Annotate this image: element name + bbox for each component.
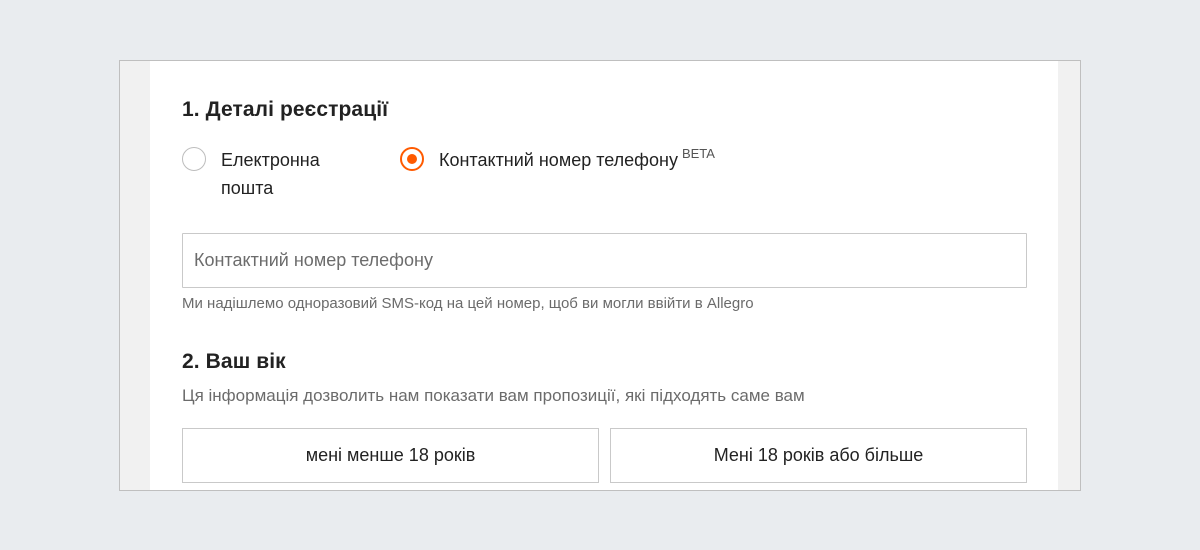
radio-checked-icon[interactable] <box>400 147 424 171</box>
under-18-button[interactable]: мені менше 18 років <box>182 428 599 483</box>
radio-option-phone[interactable]: Контактний номер телефону BETA <box>400 146 715 174</box>
sms-hint: Ми надішлемо одноразовий SMS-код на цей … <box>182 295 754 312</box>
radio-label-email: Електронна пошта <box>221 150 320 198</box>
radio-option-email[interactable]: Електронна пошта <box>182 147 336 202</box>
beta-badge: BETA <box>681 146 715 161</box>
radio-label-phone-text: Контактний номер телефону <box>439 150 678 170</box>
over-18-button[interactable]: Мені 18 років або більше <box>610 428 1027 483</box>
registration-title: 1. Деталі реєстрації <box>182 98 389 121</box>
login-method-radio-group: Електронна пошта Контактний номер телефо… <box>182 146 1022 207</box>
age-title: 2. Ваш вік <box>182 350 286 373</box>
phone-number-input[interactable] <box>182 233 1027 288</box>
registration-frame: 1. Деталі реєстрації Електронна пошта Ко… <box>119 60 1081 491</box>
radio-unchecked-icon[interactable] <box>182 147 206 171</box>
registration-card: 1. Деталі реєстрації Електронна пошта Ко… <box>150 61 1058 490</box>
age-description: Ця інформація дозволить нам показати вам… <box>182 386 805 405</box>
radio-label-phone: Контактний номер телефону BETA <box>439 146 715 174</box>
